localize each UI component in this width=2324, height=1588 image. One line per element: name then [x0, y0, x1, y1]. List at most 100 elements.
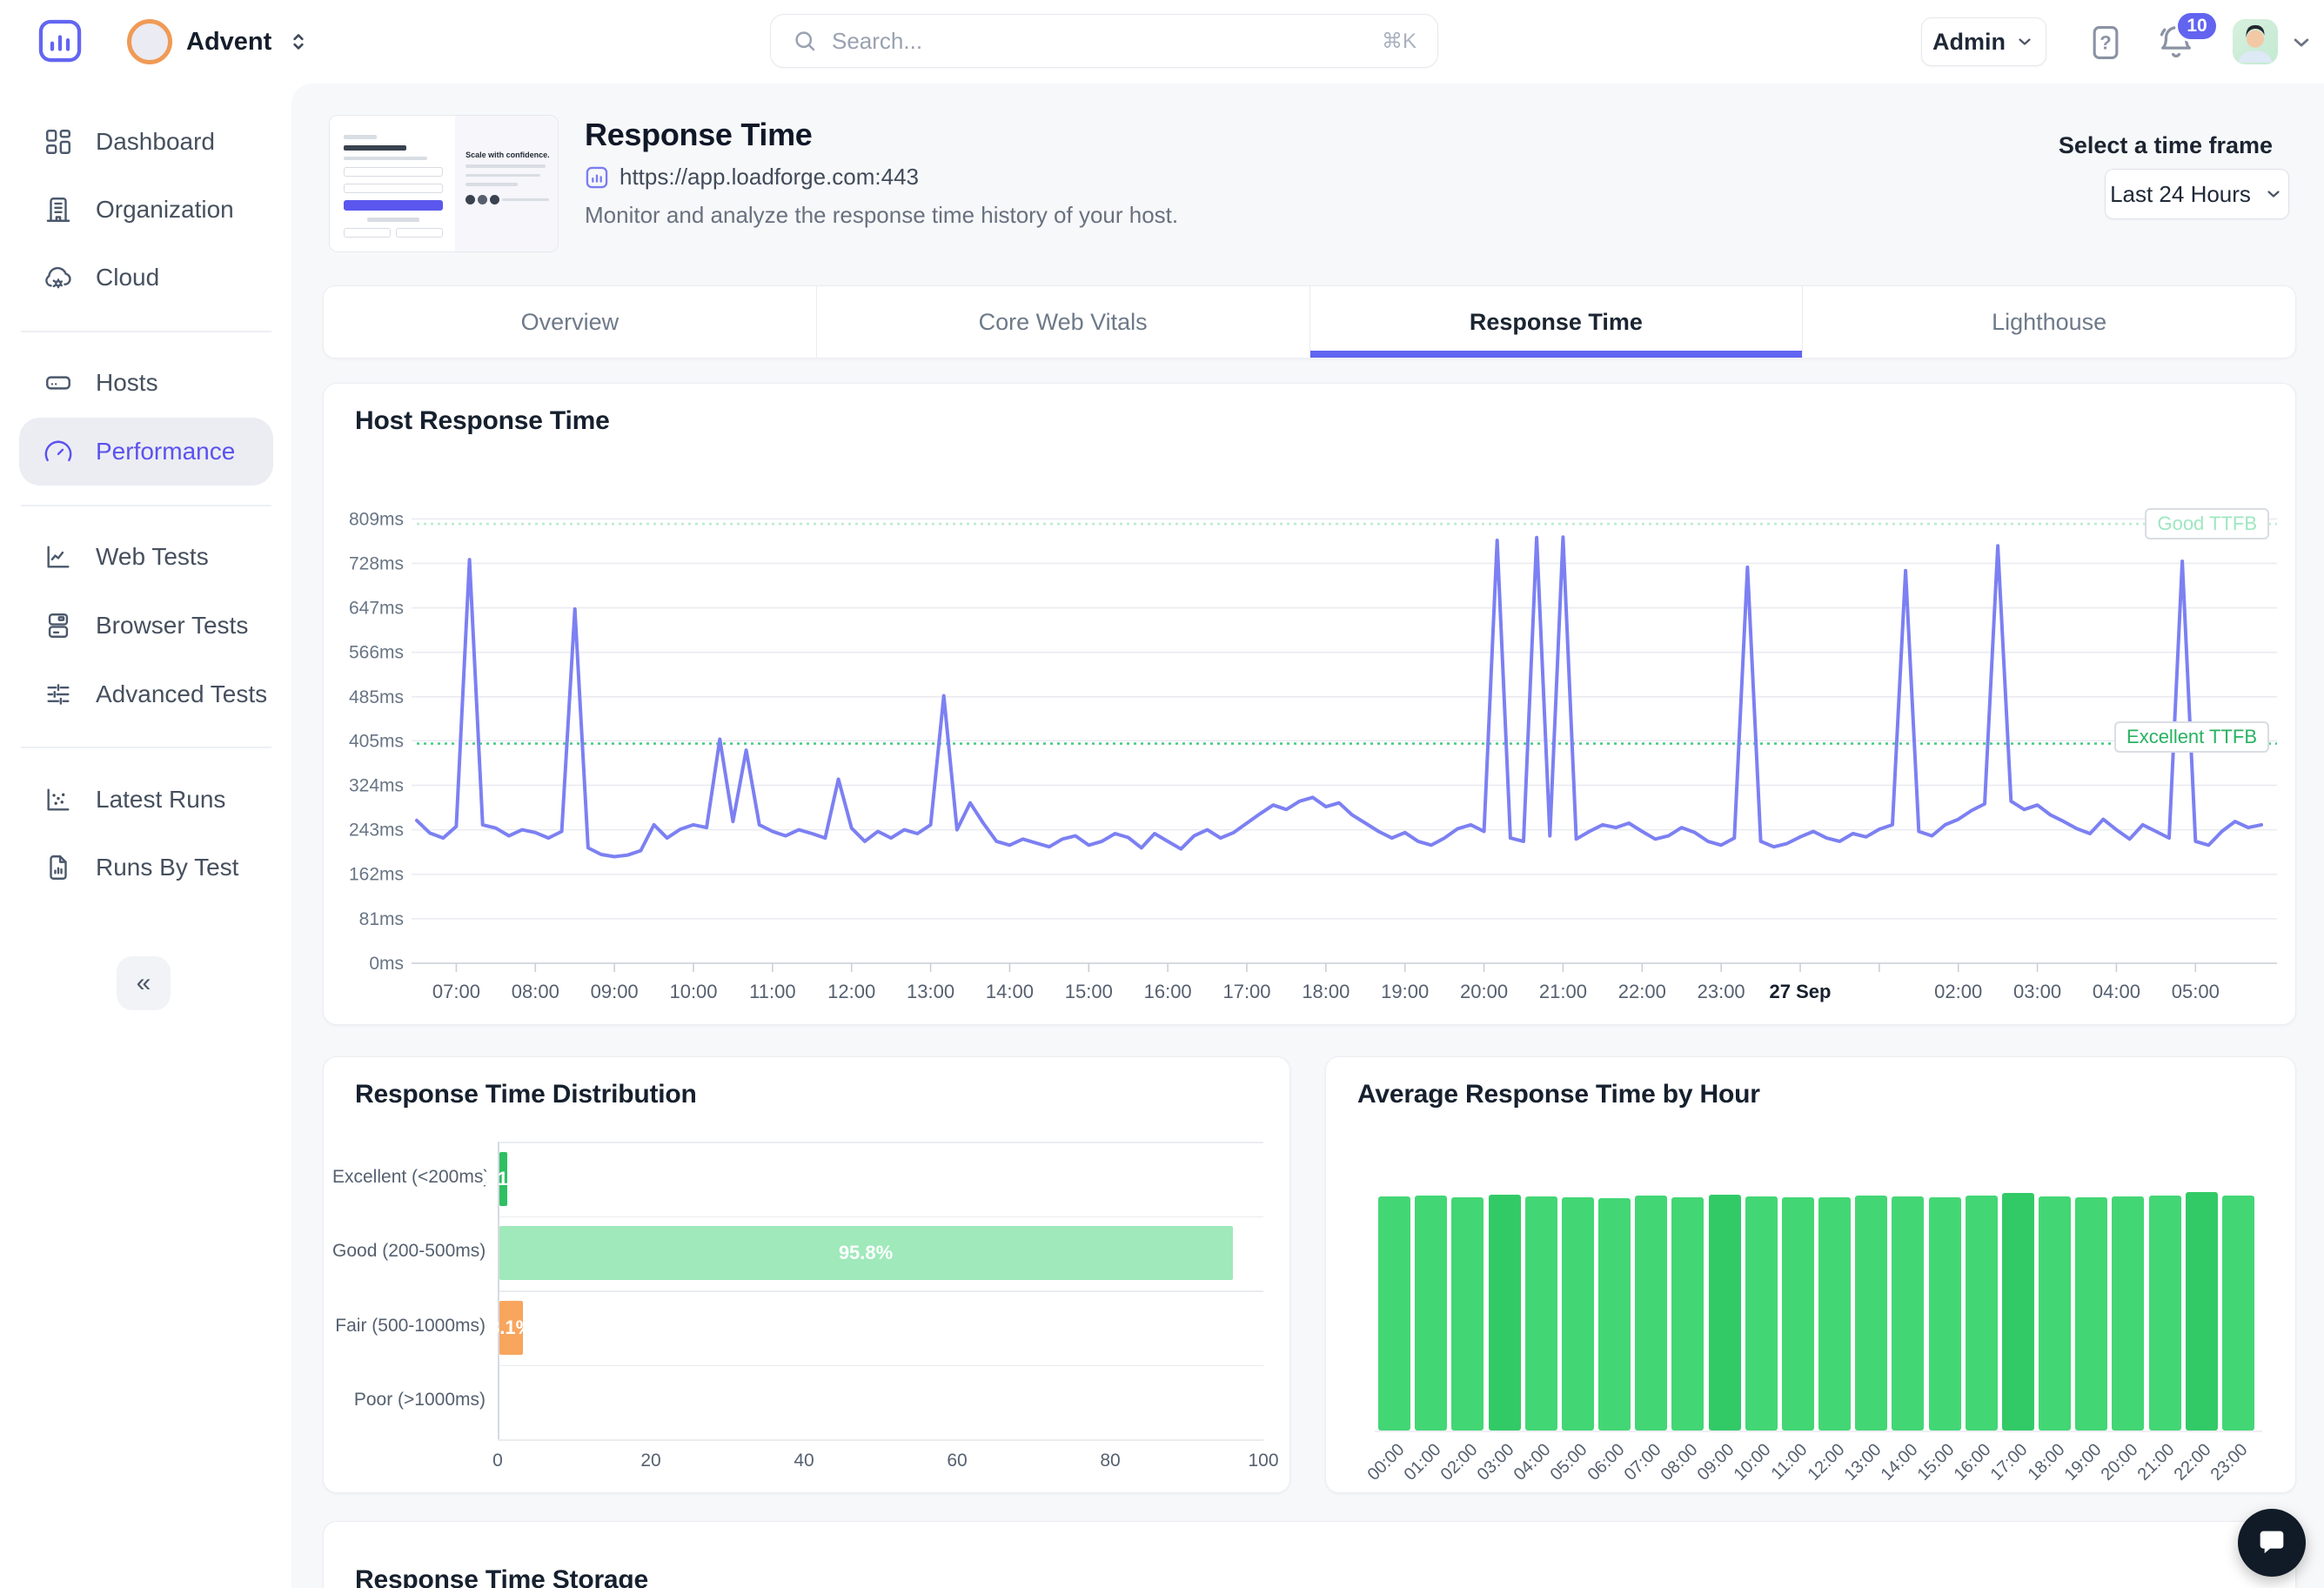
search-icon: [792, 28, 818, 54]
dist-category-label: Excellent (<200ms): [332, 1167, 486, 1188]
hour-bar: [1378, 1196, 1410, 1431]
organization-switcher[interactable]: Advent: [127, 19, 311, 64]
search-input[interactable]: [832, 28, 1368, 55]
hour-bar: [2075, 1197, 2107, 1431]
response-time-storage-card: Response Time Storage: [323, 1521, 2296, 1588]
y-tick-label: 162ms: [349, 865, 404, 885]
y-tick-label: 728ms: [349, 553, 404, 573]
user-avatar[interactable]: [2233, 19, 2278, 64]
tab-core-web-vitals[interactable]: Core Web Vitals: [816, 286, 1309, 358]
hour-bar: [1782, 1197, 1814, 1431]
sidebar-item-advanced-tests[interactable]: Advanced Tests: [19, 660, 273, 728]
chat-bubble-icon: [2254, 1525, 2289, 1560]
svg-text:?: ?: [2100, 31, 2111, 53]
sidebar-item-cloud[interactable]: Cloud: [19, 244, 273, 312]
dist-row-line: [498, 1290, 1263, 1292]
organization-avatar: [127, 19, 172, 64]
building-icon: [44, 195, 73, 224]
x-tick-label: 08:00: [512, 981, 559, 1002]
dist-x-tick-label: 60: [931, 1451, 983, 1471]
hour-bar: [2222, 1196, 2254, 1431]
y-tick-label: 485ms: [349, 687, 404, 707]
sidebar-item-hosts[interactable]: Hosts: [19, 349, 273, 417]
sidebar-item-browser-tests[interactable]: Browser Tests: [19, 592, 273, 660]
x-tick-label: 05:00: [2172, 981, 2220, 1002]
chevron-down-icon: [2288, 30, 2314, 56]
sidebar-collapse-button[interactable]: «: [117, 956, 171, 1010]
bar-chart-logo-icon: [37, 17, 84, 64]
dist-row-line: [498, 1216, 1263, 1218]
help-button[interactable]: ?: [2086, 23, 2125, 67]
sidebar-item-latest-runs[interactable]: Latest Runs: [19, 766, 273, 834]
sidebar-item-performance[interactable]: Performance: [19, 418, 273, 486]
dist-row-line: [498, 1365, 1263, 1367]
search-shortcut-hint: ⌘K: [1382, 29, 1417, 54]
app-logo-icon[interactable]: [37, 17, 84, 64]
dist-category-label: Good (200-500ms): [332, 1241, 486, 1262]
user-menu-caret[interactable]: [2288, 30, 2314, 60]
distribution-chart: Excellent (<200ms) 1.1% Good (200-500ms) 95…: [324, 1057, 1289, 1492]
browser-windows-icon: [44, 611, 73, 640]
timeframe-select[interactable]: Last 24 Hours: [2105, 169, 2289, 219]
hour-bar: [2186, 1192, 2218, 1431]
x-tick-label: 23:00: [1698, 981, 1745, 1002]
admin-menu-label: Admin: [1932, 29, 2006, 56]
search-bar[interactable]: ⌘K: [770, 14, 1438, 68]
page-title: Response Time: [585, 117, 813, 153]
x-tick-label: 07:00: [432, 981, 480, 1002]
hour-bar: [1892, 1196, 1924, 1431]
scatter-chart-icon: [44, 785, 73, 814]
line-chart-icon: [44, 542, 73, 572]
sidebar-item-web-tests[interactable]: Web Tests: [19, 523, 273, 591]
dist-category-label: Fair (500-1000ms): [332, 1316, 486, 1337]
y-tick-label: 566ms: [349, 643, 404, 663]
topbar: Advent ⌘K Admin ? 10: [0, 0, 2324, 84]
cloud-settings-icon: [44, 263, 73, 292]
tab-response-time[interactable]: Response Time: [1309, 286, 1803, 358]
y-tick-label: 809ms: [349, 509, 404, 529]
sidebar-item-label: Cloud: [96, 264, 159, 291]
x-tick-label: 10:00: [669, 981, 717, 1002]
x-tick-label: 20:00: [1460, 981, 1508, 1002]
tab-lighthouse[interactable]: Lighthouse: [1802, 286, 2295, 358]
chat-widget-button[interactable]: [2238, 1509, 2306, 1577]
organization-name: Advent: [186, 28, 271, 57]
tab-overview[interactable]: Overview: [324, 286, 816, 358]
sidebar-divider: [21, 747, 271, 748]
hour-bar: [1966, 1196, 1998, 1431]
x-tick-label: 12:00: [827, 981, 875, 1002]
x-tick-label: 14:00: [986, 981, 1034, 1002]
sidebar-item-dashboard[interactable]: Dashboard: [19, 108, 273, 176]
y-tick-label: 243ms: [349, 821, 404, 841]
hour-bar: [2149, 1196, 2181, 1431]
hour-bar: [1709, 1195, 1741, 1431]
user-avatar-illustration: [2233, 19, 2278, 64]
x-tick-label: 19:00: [1381, 981, 1429, 1002]
hour-bar: [1745, 1196, 1778, 1431]
x-tick-label: 03:00: [2013, 981, 2061, 1002]
hour-bar: [1855, 1196, 1887, 1431]
dist-bar-value: 95.8%: [839, 1242, 893, 1264]
host-detail-tabs: Overview Core Web Vitals Response Time L…: [323, 285, 2296, 358]
x-tick-label: 18:00: [1302, 981, 1350, 1002]
timeframe-value: Last 24 Hours: [2110, 181, 2251, 208]
hour-bar: [2002, 1193, 2034, 1431]
dist-bar: 1.1%: [499, 1152, 508, 1206]
sidebar-item-organization[interactable]: Organization: [19, 176, 273, 244]
tab-label: Core Web Vitals: [979, 309, 1148, 336]
help-doc-icon: ?: [2086, 23, 2125, 63]
gauge-icon: [44, 437, 73, 466]
y-tick-label: 405ms: [349, 731, 404, 751]
collapse-chevrons-icon: «: [137, 968, 151, 998]
tab-label: Lighthouse: [1992, 309, 2106, 336]
sliders-icon: [44, 680, 73, 709]
sidebar-item-runs-by-test[interactable]: Runs By Test: [19, 834, 273, 901]
admin-menu-button[interactable]: Admin: [1921, 17, 2046, 66]
x-tick-label: 27 Sep: [1770, 981, 1832, 1002]
sidebar-item-label: Dashboard: [96, 128, 215, 156]
hour-bar: [2039, 1196, 2071, 1431]
dist-bar: 95.8%: [499, 1226, 1233, 1280]
sidebar-item-label: Web Tests: [96, 543, 209, 571]
hour-bar: [1598, 1198, 1631, 1431]
server-icon: [44, 368, 73, 398]
